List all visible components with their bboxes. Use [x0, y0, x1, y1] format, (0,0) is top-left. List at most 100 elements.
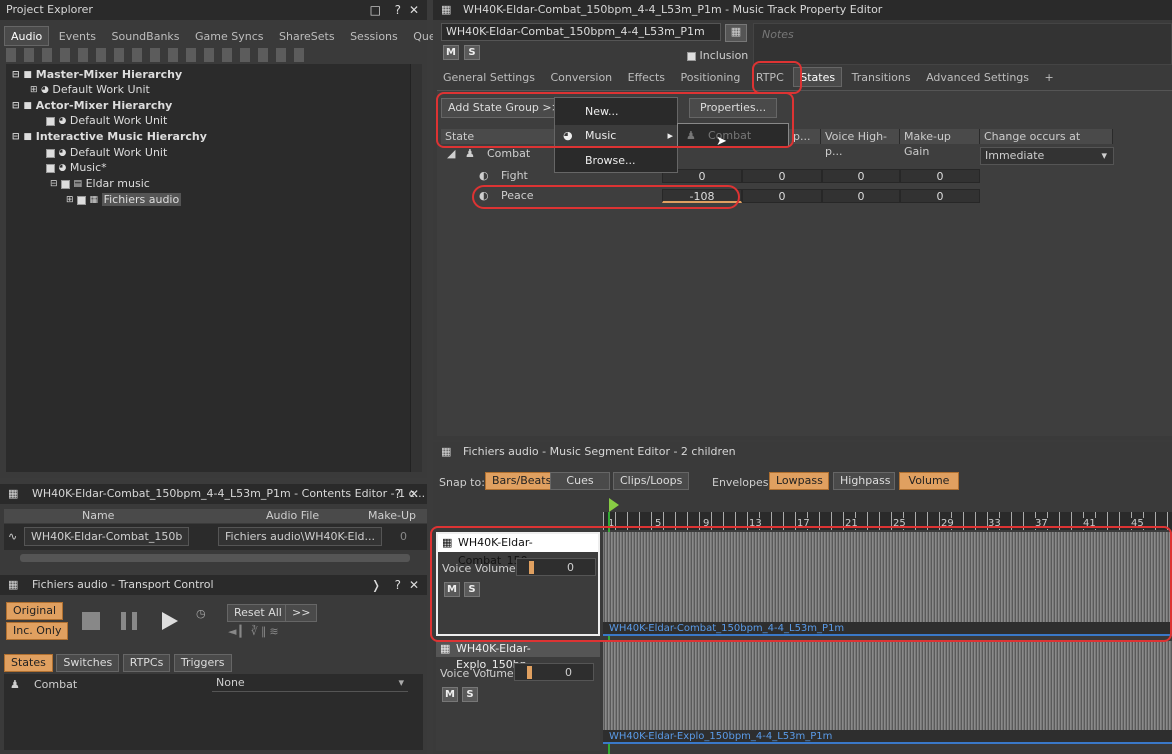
state-value-dropdown[interactable]: None ▾: [212, 676, 408, 692]
tab-conversion[interactable]: Conversion: [544, 68, 618, 88]
tab-general-settings[interactable]: General Settings: [437, 68, 541, 88]
tree-item-fichiers-audio[interactable]: ⊞ ▦ Fichiers audio: [66, 192, 182, 207]
track-mute-button[interactable]: M: [444, 582, 460, 597]
tab-rtpc[interactable]: RTPC: [750, 68, 790, 88]
tab-states[interactable]: States: [4, 654, 53, 672]
collapse-icon[interactable]: ⊟: [50, 179, 58, 189]
more-button[interactable]: >>: [285, 604, 318, 622]
snap-cues-button[interactable]: Cues: [550, 472, 610, 490]
tab-events[interactable]: Events: [53, 27, 102, 47]
lowpass-button[interactable]: Lowpass: [769, 472, 829, 490]
tab-states[interactable]: States: [793, 67, 843, 87]
state-row-fight[interactable]: ◐ Fight 0 0 0 0: [441, 167, 1113, 185]
panel-number-icon[interactable]: □: [370, 0, 381, 20]
tab-advanced-settings[interactable]: Advanced Settings: [920, 68, 1035, 88]
state-group-row[interactable]: ◢ ♟ Combat Immediate ▾: [441, 147, 1114, 165]
play-icon[interactable]: [162, 612, 178, 630]
inclusion-checkbox[interactable]: Inclusion: [687, 49, 748, 62]
row-makeup[interactable]: 0: [400, 530, 407, 543]
menu-item-new[interactable]: New...: [555, 101, 677, 123]
tab-game-syncs[interactable]: Game Syncs: [189, 27, 270, 47]
tab-positioning[interactable]: Positioning: [675, 68, 747, 88]
tree-item-default-work-unit-2[interactable]: ◕ Default Work Unit: [46, 113, 167, 128]
contents-hscroll[interactable]: [20, 554, 410, 562]
tree-item-actor-mixer[interactable]: ⊟ ■ Actor-Mixer Hierarchy: [12, 98, 172, 113]
menu-item-browse[interactable]: Browse...: [555, 150, 677, 172]
tab-sessions[interactable]: Sessions: [344, 27, 404, 47]
clip-waveform-2[interactable]: [603, 641, 1172, 731]
tab-transitions[interactable]: Transitions: [846, 68, 917, 88]
help-icon[interactable]: ?: [395, 484, 401, 504]
menu-item-music[interactable]: ◕ Music ▸: [555, 125, 677, 147]
tab-rtpcs[interactable]: RTPCs: [122, 654, 171, 672]
entry-cue-marker[interactable]: [609, 498, 619, 512]
tree-item-default-work-unit-3[interactable]: ◕ Default Work Unit: [46, 145, 167, 160]
solo-button[interactable]: S: [464, 45, 480, 60]
collapse-icon[interactable]: ⊟: [12, 101, 20, 111]
explorer-scrollbar[interactable]: [410, 64, 422, 472]
expand-icon[interactable]: ⊞: [30, 85, 38, 95]
state-value-cell[interactable]: 0: [742, 169, 822, 183]
close-icon[interactable]: ✕: [409, 0, 419, 20]
expand-icon[interactable]: ⊞: [66, 195, 74, 205]
clip-waveform-1[interactable]: [603, 532, 1172, 624]
collapse-icon[interactable]: ⊟: [12, 132, 20, 142]
close-icon[interactable]: ✕: [409, 484, 419, 504]
checkbox[interactable]: [46, 163, 55, 173]
volume-button[interactable]: Volume: [899, 472, 959, 490]
original-button[interactable]: Original: [6, 602, 64, 620]
snap-bars-beats-button[interactable]: Bars/Beats: [485, 472, 559, 490]
state-value-cell[interactable]: -108: [662, 189, 742, 203]
clip-label-bar-1[interactable]: WH40K-Eldar-Combat_150bpm_4-4_L53m_P1m: [603, 622, 1172, 636]
stop-icon[interactable]: [82, 612, 100, 630]
track-solo-button[interactable]: S: [462, 687, 478, 702]
tab-effects[interactable]: Effects: [622, 68, 671, 88]
reset-all-button[interactable]: Reset All: [227, 604, 289, 622]
checkbox[interactable]: [61, 179, 71, 189]
tree-item-default-work-unit-1[interactable]: ⊞ ◕ Default Work Unit: [30, 82, 150, 97]
close-icon[interactable]: ✕: [409, 575, 419, 595]
state-value-cell[interactable]: 0: [900, 189, 980, 203]
change-occurs-dropdown[interactable]: Immediate ▾: [980, 147, 1114, 165]
collapse-icon[interactable]: ⊟: [12, 70, 20, 80]
notes-field[interactable]: Notes: [753, 23, 1172, 65]
mute-button[interactable]: M: [443, 45, 459, 60]
track-mute-button[interactable]: M: [442, 687, 458, 702]
tree-item-interactive-music[interactable]: ⊟ ■ Interactive Music Hierarchy: [12, 129, 207, 144]
checkbox[interactable]: [46, 148, 55, 158]
add-state-group-button[interactable]: Add State Group >>: [441, 98, 568, 118]
clip-label-bar-2[interactable]: WH40K-Eldar-Explo_150bpm_4-4_L53m_P1m: [603, 730, 1172, 744]
tab-triggers[interactable]: Triggers: [173, 654, 232, 672]
state-value-cell[interactable]: 0: [822, 169, 900, 183]
pause-icon[interactable]: [121, 612, 137, 630]
loop-icon[interactable]: ◷: [196, 607, 206, 620]
state-value-cell[interactable]: 0: [900, 169, 980, 183]
tree-item-master-mixer[interactable]: ⊟ ■ Master-Mixer Hierarchy: [12, 67, 182, 82]
tree-item-eldar-music[interactable]: ⊟ ▤ Eldar music: [50, 176, 150, 191]
track-header-2[interactable]: ▦ WH40K-Eldar-Explo_150bp... Voice Volum…: [436, 641, 600, 751]
volume-slider[interactable]: 0: [516, 558, 596, 576]
tab-audio[interactable]: Audio: [4, 26, 50, 46]
collapse-icon[interactable]: ◢: [447, 147, 455, 160]
state-value-cell[interactable]: 0: [822, 189, 900, 203]
submenu-item-combat[interactable]: ♟ Combat: [678, 127, 751, 145]
object-name-field[interactable]: WH40K-Eldar-Combat_150bpm_4-4_L53m_P1m: [441, 23, 721, 41]
help-icon[interactable]: ?: [395, 0, 401, 20]
volume-slider[interactable]: 0: [514, 663, 594, 681]
timeline-ruler[interactable]: 1 5 9 13 17 21 25 29 33 37 41 45: [603, 512, 1172, 530]
state-row-peace[interactable]: ◐ Peace -108 0 0 0: [441, 187, 1113, 205]
tab-switches[interactable]: Switches: [56, 654, 120, 672]
contents-row[interactable]: ∿ WH40K-Eldar-Combat_150b Fichiers audio…: [4, 524, 427, 550]
snap-clips-loops-button[interactable]: Clips/Loops: [613, 472, 690, 490]
tree-item-music[interactable]: ◕ Music*: [46, 160, 107, 175]
checkbox[interactable]: [46, 116, 55, 126]
highpass-button[interactable]: Highpass: [833, 472, 895, 490]
inc-only-button[interactable]: Inc. Only: [6, 622, 69, 640]
track-solo-button[interactable]: S: [464, 582, 480, 597]
tab-add[interactable]: +: [1039, 68, 1060, 88]
track-header-1[interactable]: ▦ WH40K-Eldar-Combat_150... Voice Volume…: [436, 532, 600, 636]
tab-soundbanks[interactable]: SoundBanks: [106, 27, 186, 47]
help-icon[interactable]: ?: [395, 575, 401, 595]
tab-sharesets[interactable]: ShareSets: [273, 27, 341, 47]
checkbox[interactable]: [77, 195, 87, 205]
